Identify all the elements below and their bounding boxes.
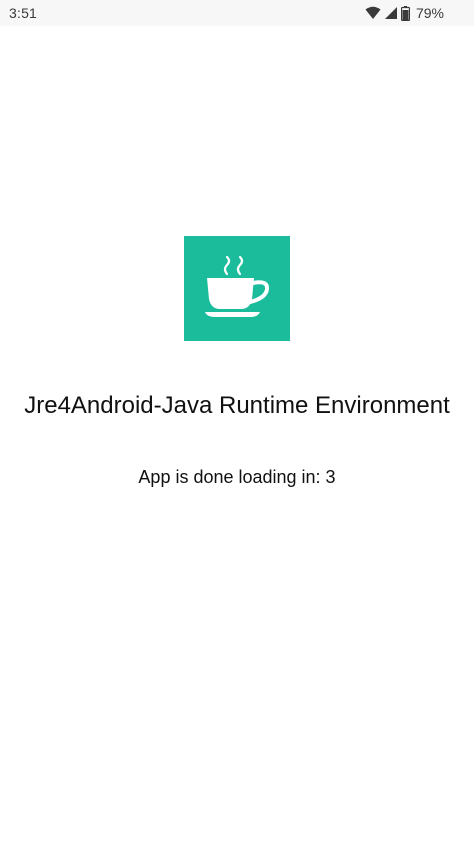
- status-icons: 79%: [365, 4, 444, 22]
- app-title: Jre4Android-Java Runtime Environment: [24, 392, 450, 419]
- app-logo: [184, 236, 290, 341]
- wifi-icon: [365, 6, 381, 20]
- splash-screen: Jre4Android-Java Runtime Environment App…: [0, 26, 474, 843]
- cellular-signal-icon: [384, 6, 398, 20]
- status-bar: 3:51 79%: [0, 0, 474, 26]
- battery-percent: 79%: [415, 5, 444, 21]
- battery-icon: [400, 5, 410, 21]
- status-time: 3:51: [9, 5, 38, 21]
- loading-status-text: App is done loading in: 3: [138, 467, 336, 487]
